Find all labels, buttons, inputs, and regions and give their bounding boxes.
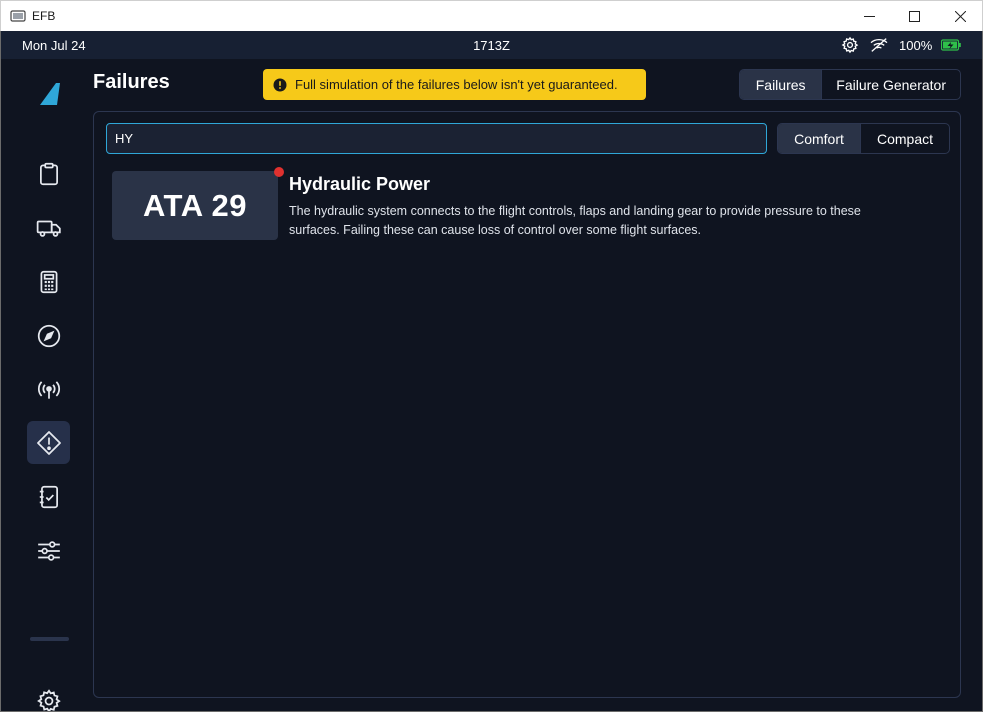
view-mode-compact[interactable]: Compact bbox=[860, 124, 949, 153]
sidebar-item-navigation[interactable] bbox=[27, 314, 70, 357]
sidebar-item-atc[interactable] bbox=[27, 368, 70, 411]
window-titlebar: EFB bbox=[0, 0, 983, 31]
sidebar-item-performance[interactable] bbox=[27, 260, 70, 303]
failure-category-title: Hydraulic Power bbox=[289, 174, 431, 194]
maximize-icon bbox=[908, 10, 920, 22]
close-icon bbox=[954, 10, 966, 22]
warning-text: Full simulation of the failures below is… bbox=[295, 77, 618, 92]
page-tabs: Failures Failure Generator bbox=[739, 69, 961, 100]
minimize-icon bbox=[863, 15, 875, 17]
status-bar: Mon Jul 24 1713Z 100% bbox=[1, 31, 982, 59]
window-frame-left bbox=[0, 31, 1, 712]
failures-panel: Comfort Compact ATA 29 Hydraulic Power T… bbox=[93, 111, 961, 698]
warning-diamond-icon bbox=[36, 430, 61, 455]
flybywire-logo-icon[interactable] bbox=[37, 81, 63, 107]
window-title: EFB bbox=[32, 9, 56, 23]
view-mode-comfort[interactable]: Comfort bbox=[778, 124, 861, 153]
battery-percent: 100% bbox=[899, 38, 933, 53]
alert-circle-icon bbox=[273, 78, 287, 91]
tab-failure-generator[interactable]: Failure Generator bbox=[821, 70, 960, 99]
search-input[interactable] bbox=[106, 123, 767, 154]
battery-charging-icon bbox=[941, 39, 961, 51]
truck-icon bbox=[36, 220, 61, 237]
gear-icon[interactable] bbox=[841, 36, 859, 54]
sidebar-item-checklists[interactable] bbox=[27, 475, 70, 518]
ata-badge[interactable]: ATA 29 bbox=[112, 171, 278, 240]
sidebar-item-failures[interactable] bbox=[27, 421, 70, 464]
failure-category-description: The hydraulic system connects to the fli… bbox=[289, 204, 861, 237]
tab-failures[interactable]: Failures bbox=[740, 70, 822, 99]
view-mode-toggle: Comfort Compact bbox=[777, 123, 950, 154]
broadcast-icon bbox=[37, 380, 60, 399]
sidebar-item-ground[interactable] bbox=[27, 206, 70, 249]
efb-app: Mon Jul 24 1713Z 100% Failures Full simu… bbox=[1, 31, 982, 712]
gear-icon bbox=[36, 688, 61, 712]
warning-banner: Full simulation of the failures below is… bbox=[263, 69, 646, 100]
failure-category-card[interactable]: ATA 29 Hydraulic Power The hydraulic sys… bbox=[112, 167, 892, 241]
sidebar-item-presets[interactable] bbox=[27, 529, 70, 572]
sidebar-divider bbox=[30, 637, 69, 641]
clipboard-icon bbox=[39, 162, 58, 185]
compass-icon bbox=[37, 324, 60, 347]
checklist-icon bbox=[39, 485, 58, 508]
minimize-button[interactable] bbox=[846, 1, 892, 31]
maximize-button[interactable] bbox=[891, 1, 937, 31]
status-zulu-time: 1713Z bbox=[473, 38, 510, 53]
calculator-icon bbox=[40, 270, 57, 293]
sidebar bbox=[1, 59, 93, 712]
active-failure-indicator bbox=[274, 167, 284, 177]
sliders-icon bbox=[37, 540, 60, 561]
page-title: Failures bbox=[93, 71, 170, 93]
sidebar-item-settings[interactable] bbox=[27, 679, 70, 712]
sidebar-item-dashboard[interactable] bbox=[27, 152, 70, 195]
close-button[interactable] bbox=[937, 1, 983, 31]
app-icon bbox=[10, 10, 26, 22]
signal-off-icon bbox=[870, 38, 888, 52]
